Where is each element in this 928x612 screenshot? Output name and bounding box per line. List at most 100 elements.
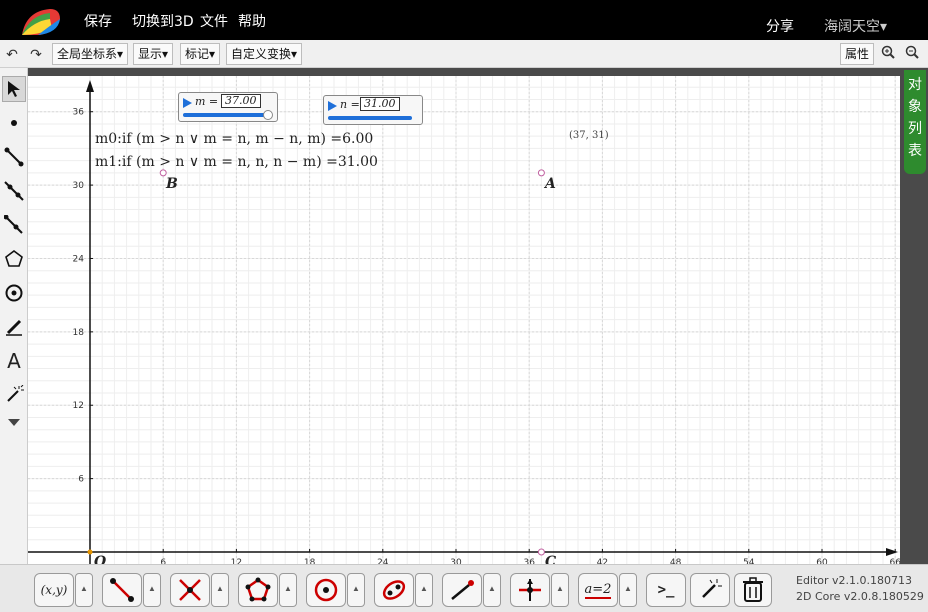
circle-icon [314, 578, 338, 602]
coordinate-input-label: (x,y) [40, 583, 68, 597]
left-tool-column: A [0, 68, 28, 564]
point-a [537, 169, 545, 177]
object-list-tab-label: 对象列表 [908, 77, 922, 159]
coordinate-label-a: (37, 31) [569, 130, 609, 141]
trash-icon [743, 577, 763, 602]
play-icon[interactable] [183, 98, 192, 108]
intersect-tool-button[interactable] [170, 573, 210, 607]
zoom-in-icon[interactable] [878, 43, 898, 65]
slider-m-knob[interactable] [263, 110, 273, 120]
point-tool-icon[interactable] [2, 110, 26, 136]
coordinate-input-button[interactable]: (x,y) [34, 573, 74, 607]
slider-m-value[interactable]: 37.00 [221, 94, 261, 108]
coordinate-plane: 6 12 18 24 30 36 42 48 54 60 6661218243036 [28, 76, 900, 564]
delete-tool-button[interactable] [734, 573, 772, 607]
ellipse-icon [382, 580, 406, 600]
ray-tool-icon[interactable] [2, 178, 26, 204]
more-tools-icon[interactable] [2, 410, 26, 436]
x-axis-arrow [886, 548, 898, 556]
reflect-icon [519, 579, 541, 601]
slider-n-track [328, 116, 412, 120]
segment-tool-icon[interactable] [2, 144, 26, 170]
circle-tool-button[interactable] [306, 573, 346, 607]
intersect-tool-menu[interactable]: ▲ [211, 573, 229, 607]
magic-wand-icon [702, 579, 722, 598]
coordinate-input-menu[interactable]: ▲ [75, 573, 93, 607]
undo-icon[interactable]: ↶ [2, 43, 22, 65]
polygon-icon [245, 577, 271, 602]
measure-tool-menu[interactable]: ▲ [619, 573, 637, 607]
redo-icon[interactable]: ↷ [26, 43, 46, 65]
command-label: >_ [657, 582, 675, 598]
point-c [537, 548, 545, 556]
y-tick-label: 30 [73, 181, 85, 191]
core-version: 2D Core v2.0.8.180529 [796, 590, 924, 603]
conic-tool-button[interactable] [374, 573, 414, 607]
user-menu[interactable]: 海阔天空▾ [824, 16, 887, 36]
properties-button[interactable]: 属性 [840, 43, 875, 65]
version-info: Editor v2.1.0.180713 2D Core v2.0.8.1805… [796, 573, 924, 605]
ray-icon [451, 580, 474, 600]
magic-wand-icon[interactable] [2, 382, 26, 408]
polygon-tool-icon[interactable] [2, 246, 26, 272]
geometry-canvas[interactable]: 6 12 18 24 30 36 42 48 54 60 66 6 12 18 24 30 36 m = 37.… [28, 76, 900, 564]
point-origin [87, 549, 93, 555]
segment-tool-menu[interactable]: ▲ [143, 573, 161, 607]
transform-tool-button[interactable] [510, 573, 550, 607]
object-list-tab[interactable]: 对象列表 [904, 70, 926, 174]
y-tick-label: 36 [73, 108, 85, 118]
y-tick-label: 12 [73, 401, 84, 411]
canvas-top-border [28, 68, 900, 76]
menu-save[interactable]: 保存 [84, 11, 112, 31]
ray-tool-button[interactable] [442, 573, 482, 607]
play-icon[interactable] [328, 101, 337, 111]
polygon-tool-button[interactable] [238, 573, 278, 607]
measure-tool-button[interactable]: a=2 [578, 573, 618, 607]
top-menu-bar: 保存 切换到3D 文件 帮助 分享 海阔天空▾ [0, 0, 928, 40]
ray-tool-menu[interactable]: ▲ [483, 573, 501, 607]
select-tool-icon[interactable] [2, 76, 26, 102]
slider-m[interactable]: m = 37.00 [178, 92, 278, 122]
formula-m1[interactable]: m1:if (m > n ∨ m = n, n, n − m) =31.00 [95, 154, 378, 170]
slider-n[interactable]: n = 31.00 [323, 95, 423, 125]
point-b-label: B [166, 176, 178, 192]
segment-tool-button[interactable] [102, 573, 142, 607]
circle-tool-icon[interactable] [2, 280, 26, 306]
y-tick-label: 24 [73, 254, 85, 264]
editor-version: Editor v2.1.0.180713 [796, 574, 913, 587]
text-tool-icon[interactable]: A [2, 348, 26, 374]
formula-m0[interactable]: m0:if (m > n ∨ m = n, m − n, m) =6.00 [95, 131, 373, 147]
bottom-toolbar: (x,y) ▲ ▲ ▲ ▲ ▲ ▲ ▲ ▲ a=2 ▲ >_ Editor v2… [0, 564, 928, 612]
conic-tool-menu[interactable]: ▲ [415, 573, 433, 607]
point-c-label: C [545, 554, 557, 564]
secondary-toolbar: ↶ ↷ 全局坐标系▾ 显示▾ 标记▾ 自定义变换▾ 属性 [0, 40, 928, 68]
logo-icon [22, 9, 60, 35]
label-dropdown[interactable]: 标记▾ [180, 43, 221, 65]
coord-system-dropdown[interactable]: 全局坐标系▾ [52, 43, 129, 65]
menu-help[interactable]: 帮助 [238, 11, 266, 31]
display-dropdown[interactable]: 显示▾ [133, 43, 174, 65]
segment-icon [110, 578, 134, 602]
command-tool-button[interactable]: >_ [646, 573, 686, 607]
custom-transform-dropdown[interactable]: 自定义变换▾ [226, 43, 303, 65]
pen-tool-icon[interactable] [2, 314, 26, 340]
slider-m-label: m = [195, 95, 219, 108]
line-tool-icon[interactable] [2, 212, 26, 238]
share-button[interactable]: 分享 [766, 16, 794, 36]
circle-tool-menu[interactable]: ▲ [347, 573, 365, 607]
point-b [159, 169, 167, 177]
menu-file[interactable]: 文件 [200, 11, 228, 31]
magic-tool-button[interactable] [690, 573, 730, 607]
intersect-icon [179, 579, 201, 601]
slider-n-label: n = [340, 98, 360, 111]
y-tick-label: 18 [73, 328, 85, 338]
y-tick-label: 6 [78, 475, 84, 485]
transform-tool-menu[interactable]: ▲ [551, 573, 569, 607]
slider-n-value[interactable]: 31.00 [360, 97, 400, 111]
menu-switch-3d[interactable]: 切换到3D [132, 11, 194, 31]
polygon-tool-menu[interactable]: ▲ [279, 573, 297, 607]
point-a-label: A [545, 176, 556, 192]
measure-label: a=2 [584, 581, 612, 599]
zoom-out-icon[interactable] [902, 43, 922, 65]
slider-m-track [183, 113, 271, 117]
